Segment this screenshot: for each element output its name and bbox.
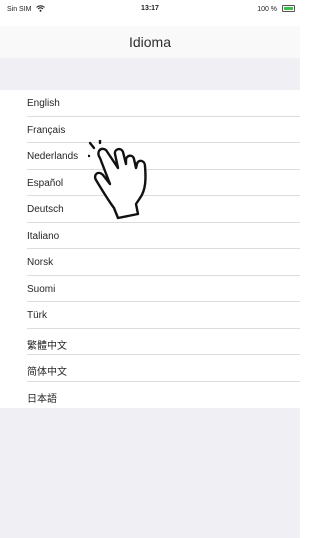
language-label: Español — [27, 177, 64, 189]
page-title: Idioma — [128, 34, 172, 50]
battery-icon — [282, 5, 295, 12]
language-item-english[interactable]: English — [10, 90, 300, 117]
navigation-bar: Idioma — [0, 26, 300, 59]
battery-percent: 100 % — [257, 6, 278, 13]
language-item-turk[interactable]: Türk — [10, 302, 300, 329]
language-item-traditional-chinese[interactable]: 繁體中文 — [10, 329, 300, 355]
clock: 13:17 — [141, 5, 159, 12]
list-background: English Français Nederlands Español Deut… — [0, 58, 300, 538]
status-bar: Sin SIM 13:17 100 % — [0, 0, 300, 18]
language-label: Deutsch — [27, 204, 64, 215]
language-label: 日本語 — [27, 393, 57, 405]
language-label: Suomi — [27, 283, 56, 295]
screen: Sin SIM 13:17 100 % Idioma English Franç… — [0, 0, 300, 538]
language-label: 简体中文 — [27, 367, 67, 378]
language-label: Nederlands — [27, 151, 79, 162]
language-item-japanese[interactable]: 日本語 — [10, 382, 300, 409]
language-label: English — [27, 98, 60, 109]
language-item-simplified-chinese[interactable]: 简体中文 — [10, 355, 300, 382]
language-label: Türk — [27, 310, 47, 321]
language-label: Italiano — [27, 230, 60, 242]
language-label: Français — [27, 124, 66, 136]
language-list: English Français Nederlands Español Deut… — [10, 90, 300, 408]
language-item-suomi[interactable]: Suomi — [10, 276, 300, 302]
language-label: 繁體中文 — [27, 340, 67, 352]
language-item-norsk[interactable]: Norsk — [10, 249, 300, 276]
language-label: Norsk — [27, 257, 54, 268]
language-item-italiano[interactable]: Italiano — [10, 223, 300, 249]
hand-pointer-icon — [88, 140, 147, 220]
battery-status: 100 % — [257, 5, 295, 13]
